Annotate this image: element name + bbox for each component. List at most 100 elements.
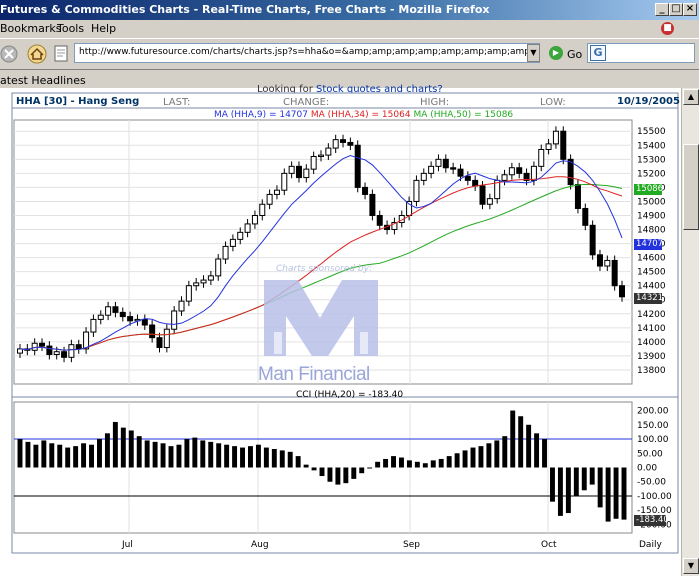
cci-bar bbox=[216, 443, 222, 468]
cci-bar bbox=[327, 467, 333, 482]
candle-body bbox=[442, 158, 449, 169]
x-tick-label: Sep bbox=[403, 540, 420, 550]
candle-body bbox=[303, 168, 310, 179]
candle-body bbox=[413, 179, 420, 202]
cci-bar bbox=[319, 467, 325, 477]
cci-bar bbox=[136, 436, 142, 468]
candle-body bbox=[266, 193, 273, 205]
cci-bar bbox=[367, 467, 373, 469]
candle-body bbox=[119, 311, 126, 318]
last-price-tag: 14321 bbox=[634, 293, 664, 304]
cci-bar bbox=[263, 447, 269, 468]
price-tick-label: 15300 bbox=[637, 155, 666, 165]
cci-tick-label: 200.00 bbox=[637, 407, 669, 417]
candle-body bbox=[31, 342, 38, 351]
cci-bar bbox=[589, 467, 595, 485]
cci-bar bbox=[97, 439, 102, 468]
cci-tick-label: 150.00 bbox=[637, 421, 669, 431]
candle-body bbox=[112, 306, 119, 313]
cci-bar bbox=[248, 446, 253, 468]
cci-value-tag: -183.40 bbox=[634, 515, 669, 526]
close-window-button[interactable]: × bbox=[683, 3, 697, 16]
price-tick-label: 14200 bbox=[637, 310, 666, 320]
cci-bar bbox=[414, 461, 420, 468]
x-tick-label: Aug bbox=[251, 540, 269, 550]
candle-body bbox=[560, 130, 567, 160]
cci-bar bbox=[176, 444, 182, 468]
cci-bar bbox=[510, 410, 516, 468]
candle-body bbox=[604, 259, 611, 267]
cci-bar bbox=[41, 440, 47, 468]
candle-body bbox=[472, 179, 479, 187]
candle-body bbox=[97, 314, 104, 320]
candle-body bbox=[501, 174, 508, 181]
cci-bar bbox=[565, 467, 571, 514]
cci-tick-label: 50.00 bbox=[637, 449, 663, 459]
cci-bar bbox=[81, 443, 87, 468]
price-tick-label: 14600 bbox=[637, 254, 666, 264]
cci-bar bbox=[478, 446, 484, 468]
cci-bar bbox=[200, 440, 206, 468]
cci-title: CCI (HHA,20) = -183.40 bbox=[296, 390, 404, 400]
candle-body bbox=[611, 259, 618, 287]
cci-bar bbox=[287, 451, 293, 468]
candle-body bbox=[75, 344, 82, 350]
ma50-legend: MA (HHA,50) = 15086 bbox=[413, 110, 514, 120]
cci-bar bbox=[255, 444, 261, 468]
cci-bar bbox=[542, 439, 547, 468]
cci-bar bbox=[518, 416, 524, 468]
candle-body bbox=[332, 139, 339, 149]
vertical-scrollbar[interactable]: ▲ ▼ bbox=[681, 88, 699, 576]
candle-body bbox=[200, 279, 207, 284]
scroll-up-arrow[interactable]: ▲ bbox=[683, 89, 699, 105]
cci-bar bbox=[391, 456, 396, 468]
change-label: CHANGE: bbox=[283, 97, 330, 108]
cci-bar bbox=[144, 440, 150, 468]
cci-tick-label: -100.00 bbox=[637, 492, 672, 502]
candle-body bbox=[538, 148, 545, 167]
cci-bar bbox=[168, 446, 174, 468]
cci-bar bbox=[406, 460, 412, 468]
cci-bar bbox=[152, 441, 158, 468]
candle-body bbox=[589, 224, 596, 256]
candle-body bbox=[545, 143, 552, 150]
cci-bar bbox=[208, 441, 214, 468]
candle-body bbox=[105, 306, 112, 316]
sponsor-text: Charts sponsored by: bbox=[276, 264, 372, 274]
candle-body bbox=[251, 214, 258, 225]
candle-body bbox=[464, 175, 471, 181]
candle-body bbox=[178, 300, 185, 312]
price-tick-label: 14900 bbox=[637, 211, 666, 221]
cci-bar bbox=[17, 439, 23, 468]
cci-bar bbox=[597, 467, 603, 508]
scroll-thumb[interactable] bbox=[683, 144, 699, 230]
x-tick-label: Oct bbox=[541, 540, 557, 550]
candle-body bbox=[171, 310, 178, 330]
candle-body bbox=[156, 337, 163, 348]
cci-bar bbox=[351, 467, 357, 479]
low-label: LOW: bbox=[540, 97, 566, 108]
cci-tick-label: 100.00 bbox=[637, 435, 669, 445]
candle-body bbox=[325, 147, 332, 156]
candle-body bbox=[273, 189, 280, 195]
scroll-down-arrow[interactable]: ▼ bbox=[683, 558, 699, 574]
candle-body bbox=[193, 282, 200, 287]
candle-body bbox=[163, 328, 170, 348]
man-financial-text: Man Financial bbox=[258, 364, 370, 385]
cci-bar bbox=[303, 464, 309, 468]
cci-bar bbox=[581, 467, 587, 491]
cci-bar bbox=[295, 456, 301, 468]
cci-bar bbox=[271, 448, 277, 468]
price-tick-label: 15400 bbox=[637, 141, 666, 151]
candle-body bbox=[340, 139, 347, 143]
cci-bar bbox=[57, 444, 63, 468]
cci-bar bbox=[573, 467, 579, 496]
candle-body bbox=[39, 342, 46, 347]
cci-bar bbox=[192, 437, 198, 468]
cci-bar bbox=[486, 443, 492, 468]
cci-bar bbox=[73, 446, 79, 468]
candle-body bbox=[420, 172, 427, 181]
price-tick-label: 14100 bbox=[637, 324, 666, 334]
cci-bar bbox=[343, 467, 349, 484]
cci-bar bbox=[128, 430, 134, 468]
